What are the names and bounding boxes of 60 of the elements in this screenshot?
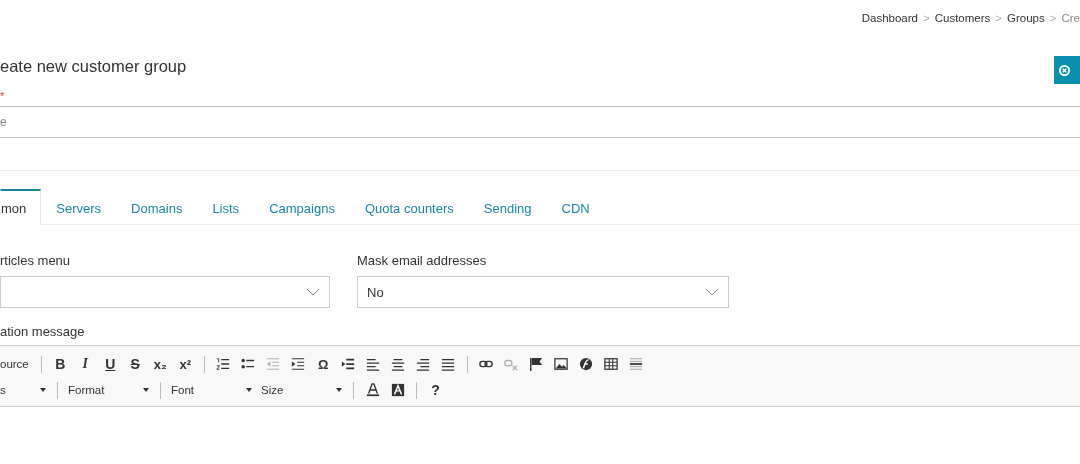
field-label: Mask email addresses — [357, 253, 488, 268]
align-left-icon — [366, 357, 381, 371]
page-title: eate new customer group — [0, 57, 187, 76]
dropdown-select[interactable]: No — [357, 276, 729, 308]
tab[interactable]: CDN — [546, 189, 605, 225]
breadcrumb-current: Cre — [1061, 12, 1080, 24]
chevron-down-icon — [306, 288, 320, 296]
breadcrumb-separator: > — [995, 12, 1003, 24]
field-label: ation message — [0, 324, 86, 340]
cancel-icon — [1059, 64, 1070, 76]
caret-icon — [143, 388, 149, 392]
toolbar-dropdown[interactable]: Format — [64, 379, 154, 401]
name-input[interactable]: e — [0, 106, 1080, 138]
tab[interactable]: Lists — [197, 189, 255, 225]
breadcrumb-separator: > — [1049, 12, 1057, 24]
outdent-icon — [266, 357, 281, 371]
toolbar-dropdown[interactable]: Size — [257, 379, 347, 401]
justify-icon — [441, 357, 456, 371]
toolbar-button[interactable]: x² — [172, 353, 198, 375]
indent-icon — [291, 357, 306, 371]
image-icon — [554, 357, 569, 371]
field-label: rticles menu — [0, 253, 72, 268]
toolbar-button[interactable]: ? — [423, 379, 448, 401]
toolbar-button[interactable]: S — [122, 353, 148, 375]
tab[interactable]: Domains — [116, 189, 198, 225]
align-center-icon — [391, 357, 406, 371]
blockquote-icon — [341, 357, 356, 371]
table-icon — [604, 357, 619, 371]
caret-icon — [246, 388, 252, 392]
flash-icon — [579, 357, 594, 371]
align-right-icon — [416, 357, 431, 371]
breadcrumb-link[interactable]: Groups — [1007, 12, 1045, 24]
caret-icon — [40, 388, 46, 392]
horizontal-rule-icon — [629, 357, 644, 371]
toolbar-button[interactable]: x₂ — [147, 353, 173, 375]
caret-icon — [336, 388, 342, 392]
tab[interactable]: Servers — [41, 189, 117, 225]
breadcrumb-link[interactable]: Dashboard — [861, 12, 918, 24]
text-color-icon — [365, 383, 380, 397]
chevron-down-icon — [705, 288, 719, 296]
breadcrumb-separator: > — [923, 12, 930, 24]
bulleted-list-icon — [241, 357, 256, 371]
tab[interactable]: Sending — [468, 189, 547, 225]
toolbar-dropdown[interactable]: Font — [167, 379, 257, 401]
numbered-list-icon — [216, 357, 231, 371]
toolbar-button[interactable]: I — [72, 353, 98, 375]
tab[interactable]: Campaigns — [254, 189, 350, 225]
tab[interactable]: Quota counters — [349, 189, 469, 225]
toolbar-button[interactable]: B — [47, 353, 73, 375]
breadcrumb-link[interactable]: Customers — [934, 12, 991, 24]
cancel-button[interactable] — [1054, 56, 1080, 84]
source-button[interactable]: ource — [0, 353, 35, 375]
flag-icon — [529, 357, 544, 371]
toolbar-dropdown[interactable]: s — [0, 379, 51, 401]
tab[interactable]: mon — [0, 189, 42, 225]
background-color-icon — [390, 383, 405, 397]
toolbar-button[interactable]: Ω — [310, 353, 336, 375]
unlink-icon — [504, 357, 519, 371]
toolbar-button[interactable]: U — [97, 353, 123, 375]
required-label: * — [0, 90, 5, 102]
